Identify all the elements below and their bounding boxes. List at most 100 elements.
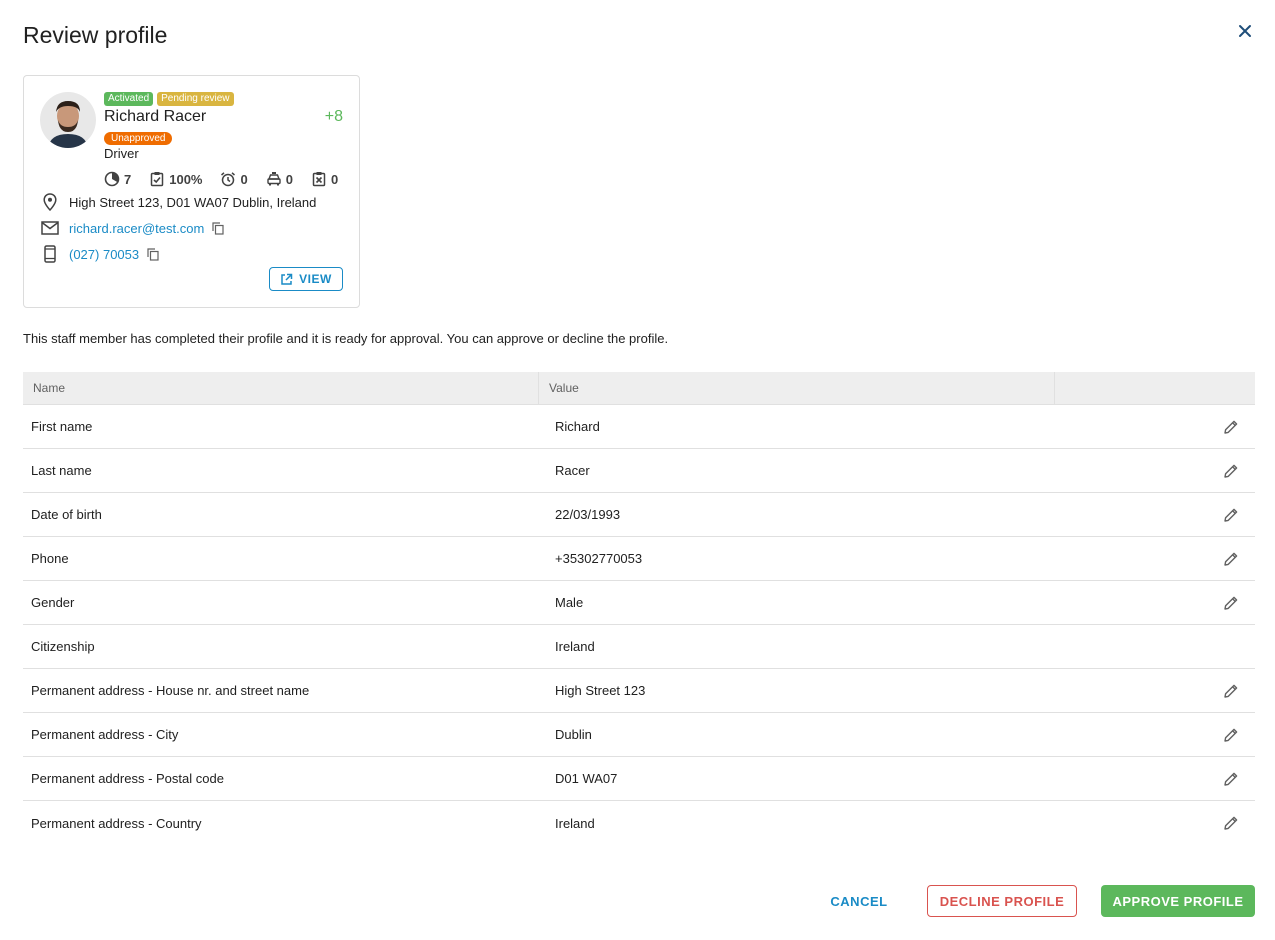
stat-cancelled: 0 [311,171,338,187]
stat-shifts: 7 [104,171,131,187]
table-row: Phone +35302770053 [23,537,1255,581]
review-description: This staff member has completed their pr… [23,331,669,346]
copy-phone-button[interactable] [147,247,159,261]
field-actions [1147,725,1255,745]
table-row: Permanent address - House nr. and street… [23,669,1255,713]
table-row: Date of birth 22/03/1993 [23,493,1255,537]
table-row: First name Richard [23,405,1255,449]
dialog-title: Review profile [23,22,168,48]
edit-field-button[interactable] [1221,681,1241,701]
column-header-value[interactable]: Value [539,372,1055,404]
field-name: Date of birth [31,507,102,522]
close-button[interactable] [1233,19,1257,43]
field-actions [1147,813,1255,833]
pencil-icon [1224,596,1238,610]
profile-fields-table: Name Value First name Richard Last name Rac… [23,372,1255,845]
edit-field-button[interactable] [1221,813,1241,833]
field-actions [1147,769,1255,789]
stat-completion: 100% [149,171,202,187]
edit-field-button[interactable] [1221,505,1241,525]
status-badge: Unapproved [104,132,173,145]
stat-value: 0 [330,171,339,187]
pencil-icon [1224,684,1238,698]
field-actions [1147,593,1255,613]
alarm-clock-icon [221,172,236,187]
pencil-icon [1224,816,1238,830]
profile-score: +8 [324,108,343,125]
checklist-icon [150,172,164,187]
mobile-phone-icon [44,245,56,263]
stat-trips: 0 [266,171,293,187]
field-actions [1147,417,1255,437]
field-actions [1147,549,1255,569]
phone-row: (027) 70053 [40,244,159,264]
edit-field-button[interactable] [1221,769,1241,789]
field-value: +35302770053 [555,551,643,566]
table-row: Citizenship Ireland [23,625,1255,669]
pencil-icon [1224,508,1238,522]
edit-field-button[interactable] [1221,725,1241,745]
stat-value: 7 [124,171,132,187]
stat-value: 0 [240,171,248,187]
field-value: Ireland [555,639,595,654]
field-actions [1147,505,1255,525]
table-body: First name Richard Last name Racer Date of b… [23,405,1255,845]
table-row: Permanent address - Country Ireland [23,801,1255,845]
field-name: Permanent address - Country [31,815,202,831]
pencil-icon [1224,772,1238,786]
field-name: Permanent address - City [31,727,179,742]
table-header: Name Value [23,372,1255,405]
address-row: High Street 123, D01 WA07 Dublin, Irelan… [40,192,316,212]
field-name: Last name [31,463,92,478]
decline-profile-button[interactable]: DECLINE PROFILE [927,885,1077,917]
field-actions [1147,461,1255,481]
field-value: Richard [555,419,600,434]
pencil-icon [1224,464,1238,478]
location-pin-icon [43,193,57,211]
pencil-icon [1224,728,1238,742]
close-icon [1239,25,1251,37]
activated-badge: Activated [104,92,154,106]
stat-value: 0 [285,171,293,187]
pencil-icon [1224,552,1238,566]
stat-late: 0 [220,171,248,187]
field-value: D01 WA07 [555,771,618,786]
edit-field-button[interactable] [1221,549,1241,569]
column-header-actions [1055,372,1255,404]
address-text: High Street 123, D01 WA07 Dublin, Irelan… [69,194,317,210]
field-actions [1147,681,1255,701]
copy-email-button[interactable] [212,221,224,235]
email-row: richard.racer@test.com [40,218,224,238]
edit-field-button[interactable] [1221,461,1241,481]
table-row: Permanent address - City Dublin [23,713,1255,757]
table-row: Last name Racer [23,449,1255,493]
table-row: Gender Male [23,581,1255,625]
edit-field-button[interactable] [1221,417,1241,437]
phone-link[interactable]: (027) 70053 [69,247,139,262]
approve-profile-button[interactable]: APPROVE PROFILE [1101,885,1255,917]
cancel-button[interactable]: CANCEL [820,885,898,917]
field-name: First name [31,419,93,434]
field-value: Ireland [555,815,595,831]
profile-card: Activated Pending review Richard Racer +… [23,75,360,308]
field-name: Permanent address - House nr. and street… [31,683,310,698]
profile-stats: 7 100% 0 0 0 [104,171,338,187]
field-value: Dublin [555,727,592,742]
mail-icon [41,221,59,235]
field-value: Male [555,595,584,610]
table-row: Permanent address - Postal code D01 WA07 [23,757,1255,801]
field-name: Gender [31,595,75,610]
copy-icon [212,221,224,235]
field-value: 22/03/1993 [555,507,621,522]
pencil-icon [1224,420,1238,434]
edit-field-button[interactable] [1221,593,1241,613]
field-name: Permanent address - Postal code [31,771,224,786]
pie-chart-icon [104,171,120,187]
view-profile-button[interactable]: VIEW [269,267,343,291]
open-external-icon [281,273,293,285]
column-header-name[interactable]: Name [23,372,539,404]
copy-icon [147,247,159,261]
profile-role: Driver [104,146,139,161]
field-value: Racer [555,463,590,478]
email-link[interactable]: richard.racer@test.com [69,221,204,236]
